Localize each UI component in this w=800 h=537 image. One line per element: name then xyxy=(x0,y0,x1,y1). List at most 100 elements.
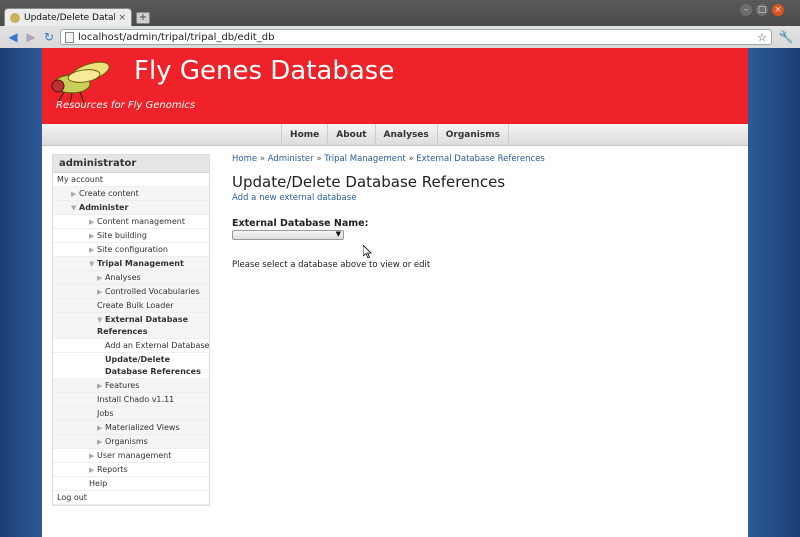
tab-title: Update/Delete Databa xyxy=(24,12,116,23)
sidebar-item-label: Controlled Vocabularies xyxy=(105,287,200,296)
forward-arrow-icon[interactable]: ▶ xyxy=(24,30,38,44)
sidebar-item-my-account[interactable]: My account xyxy=(53,173,209,187)
url-text[interactable]: localhost/admin/tripal/tripal_db/edit_db xyxy=(78,32,757,43)
sidebar-item-label: Organisms xyxy=(105,437,148,446)
collapsed-arrow-icon: ▶ xyxy=(89,246,95,254)
new-tab-button[interactable]: + xyxy=(136,12,150,24)
collapsed-arrow-icon: ▶ xyxy=(89,232,95,240)
collapsed-arrow-icon: ▶ xyxy=(71,190,77,198)
breadcrumb-tripal-management[interactable]: Tripal Management xyxy=(324,154,405,164)
maximize-window-button[interactable]: □ xyxy=(756,4,768,16)
breadcrumb: Home » Administer » Tripal Management » … xyxy=(232,154,545,164)
collapsed-arrow-icon: ▶ xyxy=(97,288,103,296)
desktop-background-right xyxy=(748,48,800,537)
external-database-name-label: External Database Name: xyxy=(232,218,369,229)
sidebar-item-label: Analyses xyxy=(105,273,141,282)
bookmark-star-icon[interactable]: ☆ xyxy=(757,31,771,44)
sidebar-item-label: Log out xyxy=(57,493,87,502)
sidebar-item-create-bulk-loader[interactable]: Create Bulk Loader xyxy=(53,299,209,313)
nav-about[interactable]: About xyxy=(327,124,374,145)
expanded-arrow-icon: ▼ xyxy=(71,204,77,212)
sidebar-item-tripal-management[interactable]: ▼ Tripal Management xyxy=(53,257,209,271)
chevron-down-icon: ▼ xyxy=(335,230,341,238)
web-page: Fly Genes Database Resources for Fly Gen… xyxy=(42,48,748,537)
site-slogan: Resources for Fly Genomics xyxy=(56,100,196,111)
sidebar-item-label: Create content xyxy=(79,189,139,198)
sidebar-item-controlled-vocabularies[interactable]: ▶ Controlled Vocabularies xyxy=(53,285,209,299)
sidebar-item-label: Jobs xyxy=(97,409,114,418)
sidebar-item-features[interactable]: ▶ Features xyxy=(53,379,209,393)
collapsed-arrow-icon: ▶ xyxy=(97,274,103,282)
sidebar-item-add-an-external-database[interactable]: Add an External Database xyxy=(53,339,209,353)
favicon-icon xyxy=(10,12,20,23)
page-title: Update/Delete Database References xyxy=(232,173,506,191)
sidebar-item-log-out[interactable]: Log out xyxy=(53,491,209,505)
collapsed-arrow-icon: ▶ xyxy=(89,218,95,226)
page-icon xyxy=(65,31,74,43)
sidebar-item-user-management[interactable]: ▶ User management xyxy=(53,449,209,463)
admin-sidebar: administrator My account ▶ Create content ▼… xyxy=(52,154,210,506)
sidebar-item-label: Update/Delete Database References xyxy=(105,355,201,376)
sidebar-item-label: Reports xyxy=(97,465,128,474)
sidebar-item-label: Help xyxy=(89,479,108,488)
external-database-select[interactable]: ▼ xyxy=(232,230,344,240)
collapsed-arrow-icon: ▶ xyxy=(89,466,95,474)
sidebar-item-label: Site configuration xyxy=(97,245,168,254)
breadcrumb-home[interactable]: Home xyxy=(232,154,257,164)
sidebar-item-administer[interactable]: ▼ Administer xyxy=(53,201,209,215)
sidebar-item-label: Add an External Database xyxy=(105,341,209,350)
sidebar-item-create-content[interactable]: ▶ Create content xyxy=(53,187,209,201)
collapsed-arrow-icon: ▶ xyxy=(97,424,103,432)
collapsed-arrow-icon: ▶ xyxy=(89,452,95,460)
browser-tab[interactable]: Update/Delete Databa × xyxy=(4,8,132,26)
expanded-arrow-icon: ▼ xyxy=(97,316,103,324)
minimize-window-button[interactable]: – xyxy=(740,4,752,16)
mouse-cursor-icon xyxy=(363,245,372,259)
sidebar-item-label: Content management xyxy=(97,217,185,226)
site-header: Fly Genes Database Resources for Fly Gen… xyxy=(42,48,748,124)
nav-home[interactable]: Home xyxy=(281,124,327,145)
sidebar-item-content-management[interactable]: ▶ Content management xyxy=(53,215,209,229)
sidebar-item-install-chado-v1-11[interactable]: Install Chado v1.11 xyxy=(53,393,209,407)
wrench-icon[interactable]: 🔧 xyxy=(778,30,794,44)
site-name[interactable]: Fly Genes Database xyxy=(134,56,394,86)
collapsed-arrow-icon: ▶ xyxy=(97,382,103,390)
sidebar-item-label: User management xyxy=(97,451,172,460)
browser-chrome: Update/Delete Databa × + – □ × ◀ ▶ ↻ loc… xyxy=(0,0,800,48)
sidebar-item-label: Materialized Views xyxy=(105,423,180,432)
address-bar[interactable]: localhost/admin/tripal/tripal_db/edit_db… xyxy=(60,29,772,45)
nav-analyses[interactable]: Analyses xyxy=(374,124,437,145)
sidebar-item-label: External Database References xyxy=(97,315,189,336)
breadcrumb-external-database-references[interactable]: External Database References xyxy=(416,154,544,164)
sidebar-item-update-delete-database-references[interactable]: Update/Delete Database References xyxy=(53,353,209,379)
sidebar-item-materialized-views[interactable]: ▶ Materialized Views xyxy=(53,421,209,435)
breadcrumb-administer[interactable]: Administer xyxy=(268,154,314,164)
close-window-button[interactable]: × xyxy=(772,4,784,16)
sidebar-item-site-configuration[interactable]: ▶ Site configuration xyxy=(53,243,209,257)
sidebar-title: administrator xyxy=(53,155,209,173)
sidebar-item-label: Site building xyxy=(97,231,147,240)
sidebar-item-organisms[interactable]: ▶ Organisms xyxy=(53,435,209,449)
sidebar-item-help[interactable]: Help xyxy=(53,477,209,491)
add-external-database-link[interactable]: Add a new external database xyxy=(232,193,356,203)
help-text: Please select a database above to view o… xyxy=(232,260,431,270)
primary-nav: Home About Analyses Organisms xyxy=(42,124,748,146)
desktop-background-left xyxy=(0,48,42,537)
sidebar-item-site-building[interactable]: ▶ Site building xyxy=(53,229,209,243)
sidebar-item-analyses[interactable]: ▶ Analyses xyxy=(53,271,209,285)
nav-organisms[interactable]: Organisms xyxy=(436,124,509,145)
fly-logo-icon[interactable] xyxy=(50,54,114,106)
back-arrow-icon[interactable]: ◀ xyxy=(6,30,20,44)
sidebar-item-jobs[interactable]: Jobs xyxy=(53,407,209,421)
sidebar-item-external-database-references[interactable]: ▼ External Database References xyxy=(53,313,209,339)
sidebar-item-label: Create Bulk Loader xyxy=(97,301,174,310)
tab-close-icon[interactable]: × xyxy=(118,13,126,23)
sidebar-item-label: Features xyxy=(105,381,140,390)
admin-menu: My account ▶ Create content ▼ Administer ▶ Con… xyxy=(53,173,209,505)
sidebar-item-reports[interactable]: ▶ Reports xyxy=(53,463,209,477)
sidebar-item-label: Install Chado v1.11 xyxy=(97,395,175,404)
main-content: Home » Administer » Tripal Management » … xyxy=(232,154,732,270)
collapsed-arrow-icon: ▶ xyxy=(97,438,103,446)
sidebar-item-label: My account xyxy=(57,175,104,184)
reload-icon[interactable]: ↻ xyxy=(42,30,56,44)
